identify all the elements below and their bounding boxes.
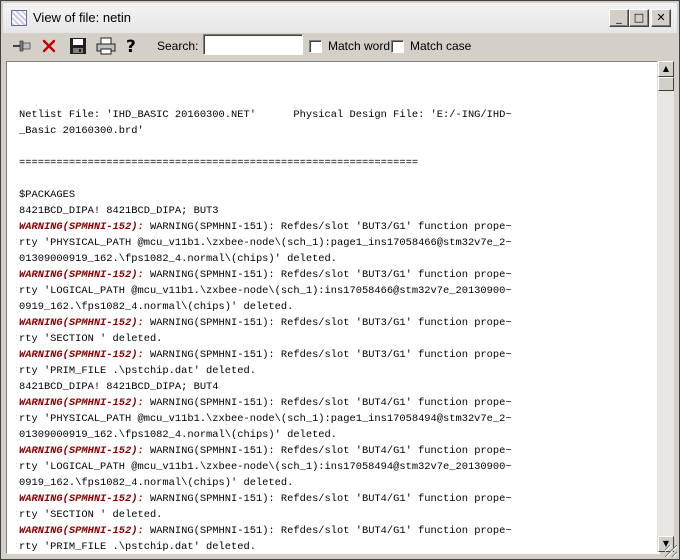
- line-text: ========================================…: [19, 157, 419, 169]
- line-text: rty 'LOGICAL_PATH @mcu_v11b1.\zxbee-node…: [19, 285, 512, 297]
- close-button[interactable]: ✕: [651, 9, 671, 27]
- floppy-disk-icon: [70, 38, 86, 54]
- warning-tag: WARNING(SPMHNI-152):: [19, 445, 144, 457]
- text-line: rty 'PHYSICAL_PATH @mcu_v11b1.\zxbee-nod…: [19, 411, 647, 427]
- text-line: 01309000919_162.\fps1082_4.normal\(chips…: [19, 251, 647, 267]
- match-word-checkbox[interactable]: Match word: [309, 39, 390, 53]
- text-line: WARNING(SPMHNI-152): WARNING(SPMHNI-151)…: [19, 267, 647, 283]
- vertical-scrollbar[interactable]: ▲ ▼: [657, 61, 674, 552]
- line-text: rty 'LOGICAL_PATH @mcu_v11b1.\zxbee-node…: [19, 461, 512, 473]
- line-text: 0919_162.\fps1082_4.normal\(chips)' dele…: [19, 301, 294, 313]
- warning-tag: WARNING(SPMHNI-152):: [19, 221, 144, 233]
- warning-tag: WARNING(SPMHNI-152):: [19, 349, 144, 361]
- line-text: rty 'SECTION ' deleted.: [19, 509, 163, 521]
- line-text: rty 'PRIM_FILE .\pstchip.dat' deleted.: [19, 541, 256, 553]
- line-text: 01309000919_162.\fps1082_4.normal\(chips…: [19, 429, 338, 441]
- line-text: WARNING(SPMHNI-151): Refdes/slot 'BUT4/G…: [143, 397, 512, 409]
- text-line: WARNING(SPMHNI-152): WARNING(SPMHNI-151)…: [19, 219, 647, 235]
- text-line: WARNING(SPMHNI-152): WARNING(SPMHNI-151)…: [19, 395, 647, 411]
- maximize-button[interactable]: □: [629, 9, 649, 27]
- text-line: Netlist File: 'IHD_BASIC 20160300.NET' P…: [19, 107, 647, 123]
- warning-tag: WARNING(SPMHNI-152):: [19, 269, 144, 281]
- search-input[interactable]: [203, 34, 303, 55]
- text-line: rty 'PRIM_FILE .\pstchip.dat' deleted.: [19, 539, 647, 553]
- text-line: rty 'SECTION ' deleted.: [19, 507, 647, 523]
- line-text: WARNING(SPMHNI-151): Refdes/slot 'BUT4/G…: [143, 493, 512, 505]
- match-word-label: Match word: [328, 39, 391, 53]
- title-bar[interactable]: View of file: netin _ □ ✕: [3, 3, 677, 34]
- text-line: WARNING(SPMHNI-152): WARNING(SPMHNI-151)…: [19, 315, 647, 331]
- printer-icon: [96, 37, 116, 55]
- line-text: rty 'SECTION ' deleted.: [19, 333, 163, 345]
- scroll-up-button[interactable]: ▲: [658, 61, 674, 77]
- svg-text:?: ?: [126, 37, 136, 56]
- file-viewer-window: View of file: netin _ □ ✕ ? Search: Matc…: [0, 0, 680, 560]
- match-word-box[interactable]: [309, 39, 322, 53]
- text-line: 0919_162.\fps1082_4.normal\(chips)' dele…: [19, 475, 647, 491]
- red-x-icon: [42, 39, 56, 53]
- line-text: WARNING(SPMHNI-151): Refdes/slot 'BUT4/G…: [143, 525, 512, 537]
- line-text: 8421BCD_DIPA! 8421BCD_DIPA; BUT3: [19, 205, 219, 217]
- warning-tag: WARNING(SPMHNI-152):: [19, 525, 144, 537]
- text-line: rty 'PHYSICAL_PATH @mcu_v11b1.\zxbee-nod…: [19, 235, 647, 251]
- help-question-icon: ?: [126, 37, 136, 56]
- file-text: Netlist File: 'IHD_BASIC 20160300.NET' P…: [19, 107, 647, 553]
- warning-tag: WARNING(SPMHNI-152):: [19, 317, 144, 329]
- line-text: rty 'PHYSICAL_PATH @mcu_v11b1.\zxbee-nod…: [19, 413, 512, 425]
- file-content-area[interactable]: Netlist File: 'IHD_BASIC 20160300.NET' P…: [6, 61, 660, 554]
- text-line: ========================================…: [19, 155, 647, 171]
- toolbar: ? Search: Match word Match case: [3, 33, 677, 60]
- line-text: 8421BCD_DIPA! 8421BCD_DIPA; BUT4: [19, 381, 219, 393]
- line-text: WARNING(SPMHNI-151): Refdes/slot 'BUT3/G…: [143, 349, 512, 361]
- text-line: 01309000919_162.\fps1082_4.normal\(chips…: [19, 427, 647, 443]
- save-button[interactable]: [67, 35, 89, 57]
- print-button[interactable]: [95, 35, 117, 57]
- line-text: 01309000919_162.\fps1082_4.normal\(chips…: [19, 253, 338, 265]
- up-arrow-icon: ▲: [662, 64, 670, 73]
- search-label: Search:: [157, 39, 199, 53]
- pin-icon: [13, 40, 31, 52]
- match-case-box[interactable]: [391, 39, 404, 53]
- text-line: rty 'SECTION ' deleted.: [19, 331, 647, 347]
- warning-tag: WARNING(SPMHNI-152):: [19, 397, 144, 409]
- close-file-button[interactable]: [38, 35, 60, 57]
- text-line: WARNING(SPMHNI-152): WARNING(SPMHNI-151)…: [19, 347, 647, 363]
- help-button[interactable]: ?: [121, 35, 143, 57]
- line-text: Netlist File: 'IHD_BASIC 20160300.NET' P…: [19, 109, 512, 121]
- warning-tag: WARNING(SPMHNI-152):: [19, 493, 144, 505]
- pin-button[interactable]: [11, 35, 33, 57]
- text-line: rty 'LOGICAL_PATH @mcu_v11b1.\zxbee-node…: [19, 283, 647, 299]
- text-line: $PACKAGES: [19, 187, 647, 203]
- line-text: WARNING(SPMHNI-151): Refdes/slot 'BUT3/G…: [143, 221, 512, 233]
- minimize-button[interactable]: _: [609, 9, 629, 27]
- text-line: WARNING(SPMHNI-152): WARNING(SPMHNI-151)…: [19, 443, 647, 459]
- match-case-label: Match case: [410, 39, 472, 53]
- scroll-thumb[interactable]: [658, 77, 674, 91]
- line-text: WARNING(SPMHNI-151): Refdes/slot 'BUT4/G…: [143, 445, 512, 457]
- line-text: WARNING(SPMHNI-151): Refdes/slot 'BUT3/G…: [143, 317, 512, 329]
- text-line: rty 'PRIM_FILE .\pstchip.dat' deleted.: [19, 363, 647, 379]
- resize-grip[interactable]: [665, 545, 677, 557]
- text-line: WARNING(SPMHNI-152): WARNING(SPMHNI-151)…: [19, 523, 647, 539]
- line-text: WARNING(SPMHNI-151): Refdes/slot 'BUT3/G…: [143, 269, 512, 281]
- text-line: rty 'LOGICAL_PATH @mcu_v11b1.\zxbee-node…: [19, 459, 647, 475]
- window-title: View of file: netin: [33, 10, 132, 25]
- app-icon: [11, 10, 27, 26]
- line-text: _Basic 20160300.brd': [19, 125, 144, 137]
- text-line: _Basic 20160300.brd': [19, 123, 647, 139]
- text-line: 8421BCD_DIPA! 8421BCD_DIPA; BUT4: [19, 379, 647, 395]
- match-case-checkbox[interactable]: Match case: [391, 39, 471, 53]
- line-text: rty 'PRIM_FILE .\pstchip.dat' deleted.: [19, 365, 256, 377]
- line-text: rty 'PHYSICAL_PATH @mcu_v11b1.\zxbee-nod…: [19, 237, 512, 249]
- text-line: 0919_162.\fps1082_4.normal\(chips)' dele…: [19, 299, 647, 315]
- text-line: [19, 171, 647, 187]
- line-text: $PACKAGES: [19, 189, 76, 201]
- text-line: WARNING(SPMHNI-152): WARNING(SPMHNI-151)…: [19, 491, 647, 507]
- text-line: 8421BCD_DIPA! 8421BCD_DIPA; BUT3: [19, 203, 647, 219]
- line-text: 0919_162.\fps1082_4.normal\(chips)' dele…: [19, 477, 294, 489]
- text-line: [19, 139, 647, 155]
